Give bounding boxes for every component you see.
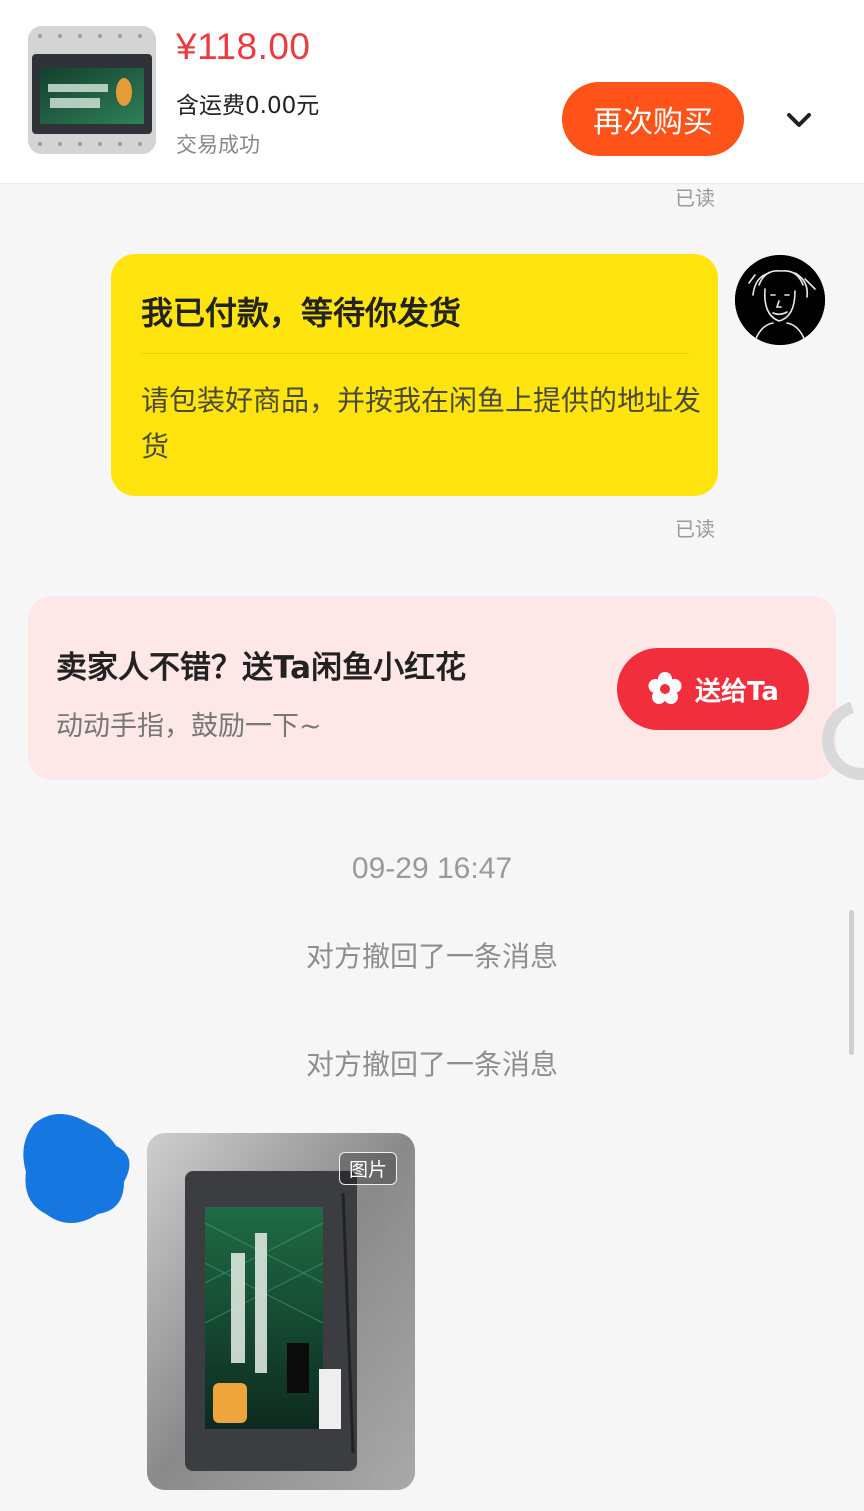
shipping-fee: 含运费0.00元 (176, 93, 320, 119)
read-receipt: 已读 (675, 517, 715, 541)
product-thumbnail[interactable] (28, 26, 156, 154)
order-price: ¥118.00 (176, 26, 311, 67)
send-flower-label: 送给Ta (695, 676, 779, 707)
scrollbar[interactable] (849, 910, 854, 1055)
recalled-message-notice: 对方撤回了一条消息 (305, 1048, 558, 1081)
payment-notice-card[interactable]: 我已付款，等待你发货 请包装好商品，并按我在闲鱼上提供的地址发货 (111, 254, 718, 496)
photo-message[interactable]: 图片 (147, 1133, 415, 1490)
rebuy-button[interactable]: 再次购买 (562, 82, 744, 156)
card-divider (141, 353, 689, 354)
chevron-down-icon[interactable] (779, 100, 819, 140)
recalled-message-notice: 对方撤回了一条消息 (305, 940, 558, 973)
message-timestamp: 09-29 16:47 (351, 852, 513, 885)
payment-card-description: 请包装好商品，并按我在闲鱼上提供的地址发货 (141, 384, 702, 463)
payment-card-title: 我已付款，等待你发货 (141, 294, 462, 332)
trade-status: 交易成功 (176, 133, 260, 157)
flower-card-title: 卖家人不错？送Ta闲鱼小红花 (56, 650, 467, 686)
avatar[interactable] (735, 255, 825, 345)
order-summary-bar: ¥118.00 含运费0.00元 交易成功 再次购买 (0, 0, 864, 184)
flower-icon (648, 672, 682, 704)
flower-card-subtitle: 动动手指，鼓励一下~ (56, 711, 322, 742)
avatar[interactable] (20, 1110, 136, 1230)
read-receipt: 已读 (675, 186, 715, 210)
send-flower-button[interactable]: 送给Ta (617, 648, 809, 730)
loading-spinner-icon (822, 700, 864, 780)
photo-tag: 图片 (338, 1152, 397, 1185)
send-flower-card: 卖家人不错？送Ta闲鱼小红花 动动手指，鼓励一下~ 送给Ta (28, 596, 836, 780)
